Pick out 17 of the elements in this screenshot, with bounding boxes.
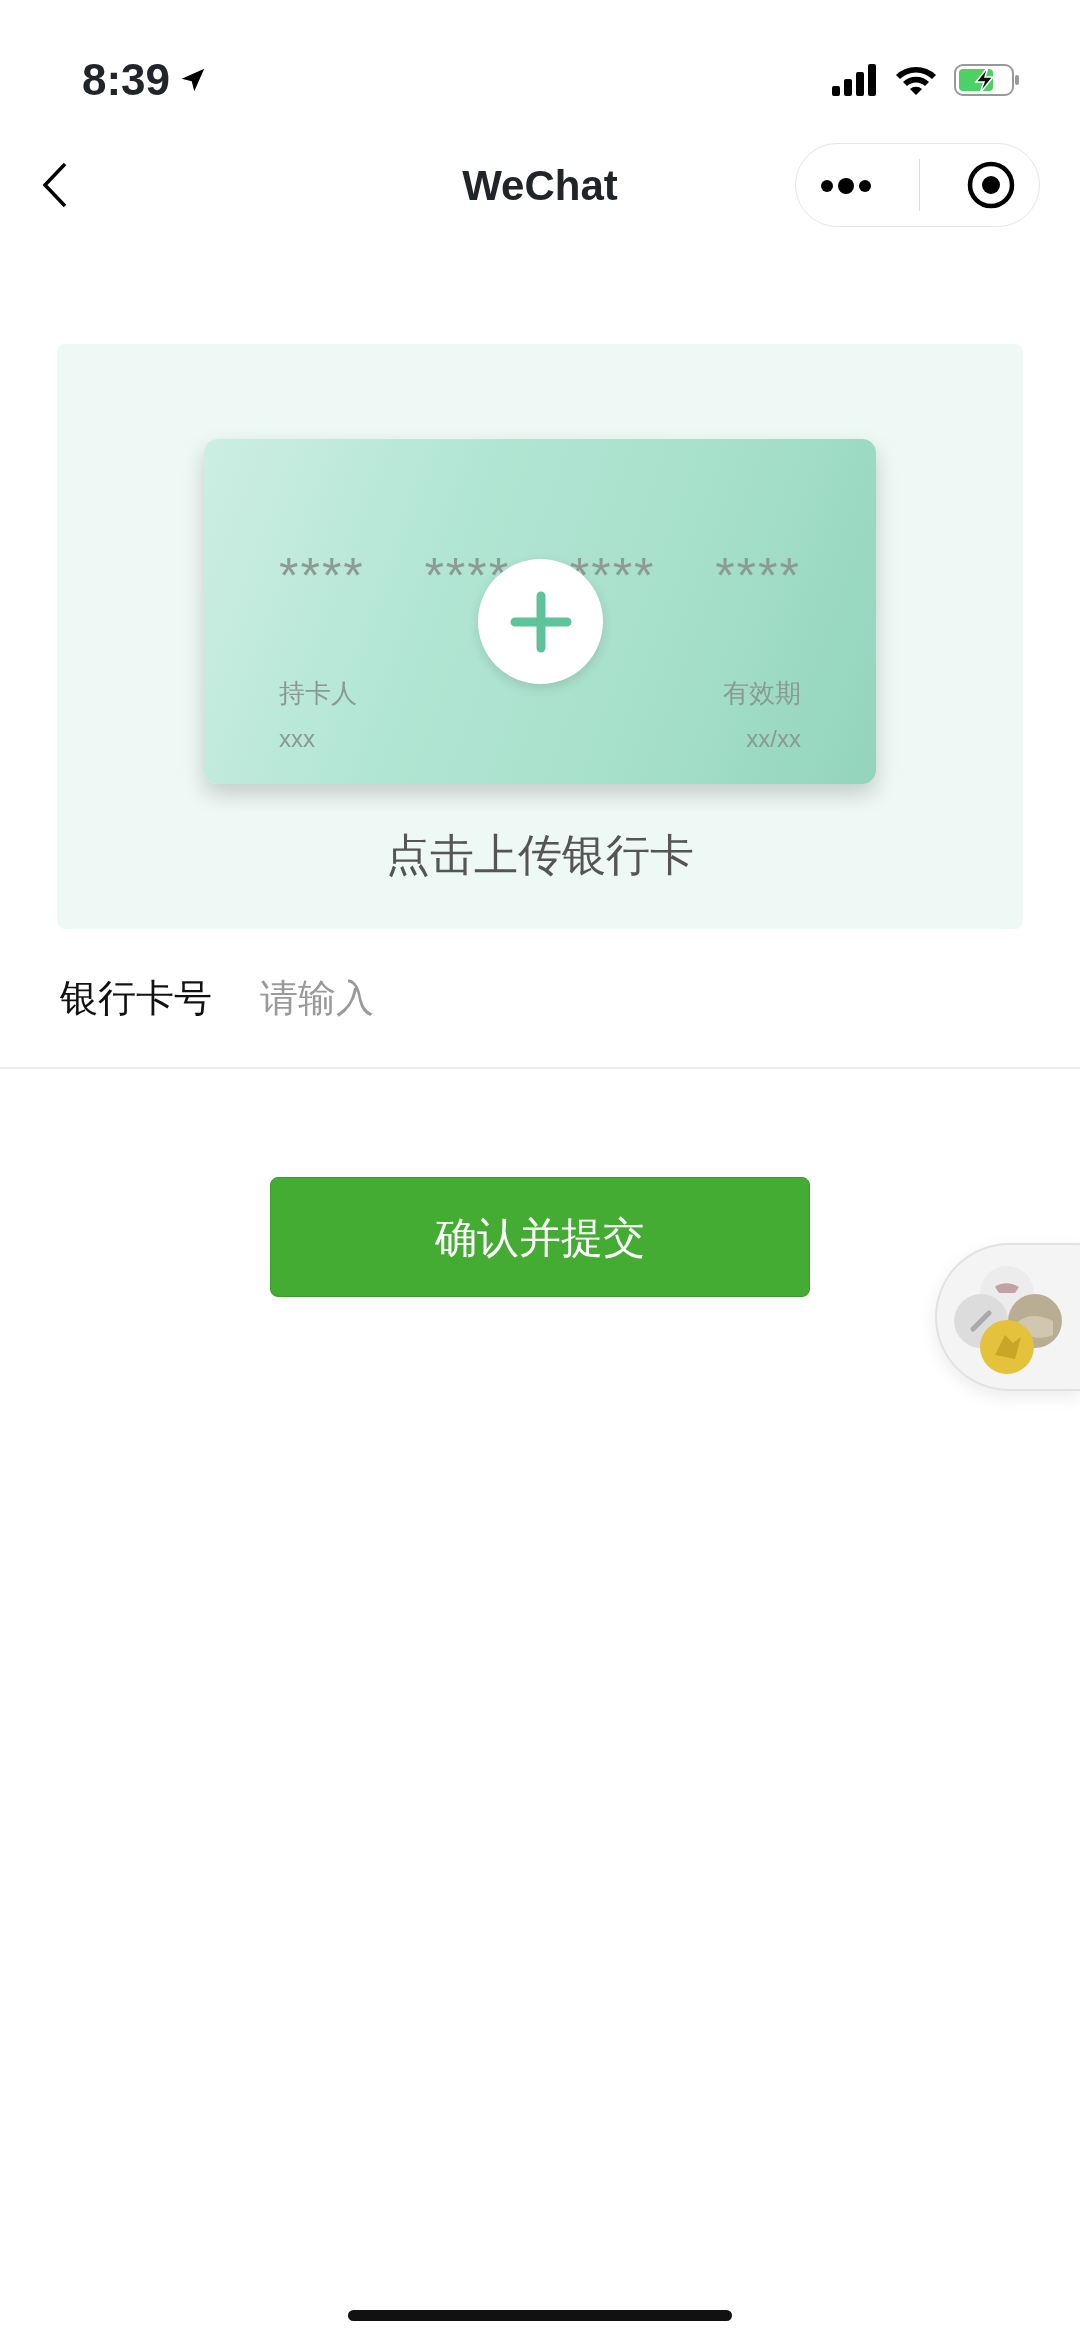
card-number-mask: ****: [715, 547, 801, 606]
page-title: WeChat: [461, 160, 619, 211]
plus-icon: [508, 589, 573, 654]
signal-icon: [832, 64, 878, 96]
card-label: 有效期: [723, 677, 801, 710]
card-value: xx/xx: [746, 724, 801, 754]
upload-caption: 点击上传银行卡: [386, 829, 694, 881]
card-value: xxx: [279, 724, 315, 754]
card-label: 持卡人: [279, 677, 357, 710]
close-button[interactable]: [966, 160, 1016, 210]
input-field[interactable]: 请输入: [260, 969, 1020, 1027]
battery-charging-icon: [954, 64, 1020, 96]
wifi-icon: [894, 64, 938, 96]
status-time: 8:39: [82, 54, 171, 106]
card-number-mask: ****: [424, 547, 511, 606]
field-label: 银行卡号: [60, 975, 212, 1021]
card-number-mask: ****: [279, 547, 365, 606]
